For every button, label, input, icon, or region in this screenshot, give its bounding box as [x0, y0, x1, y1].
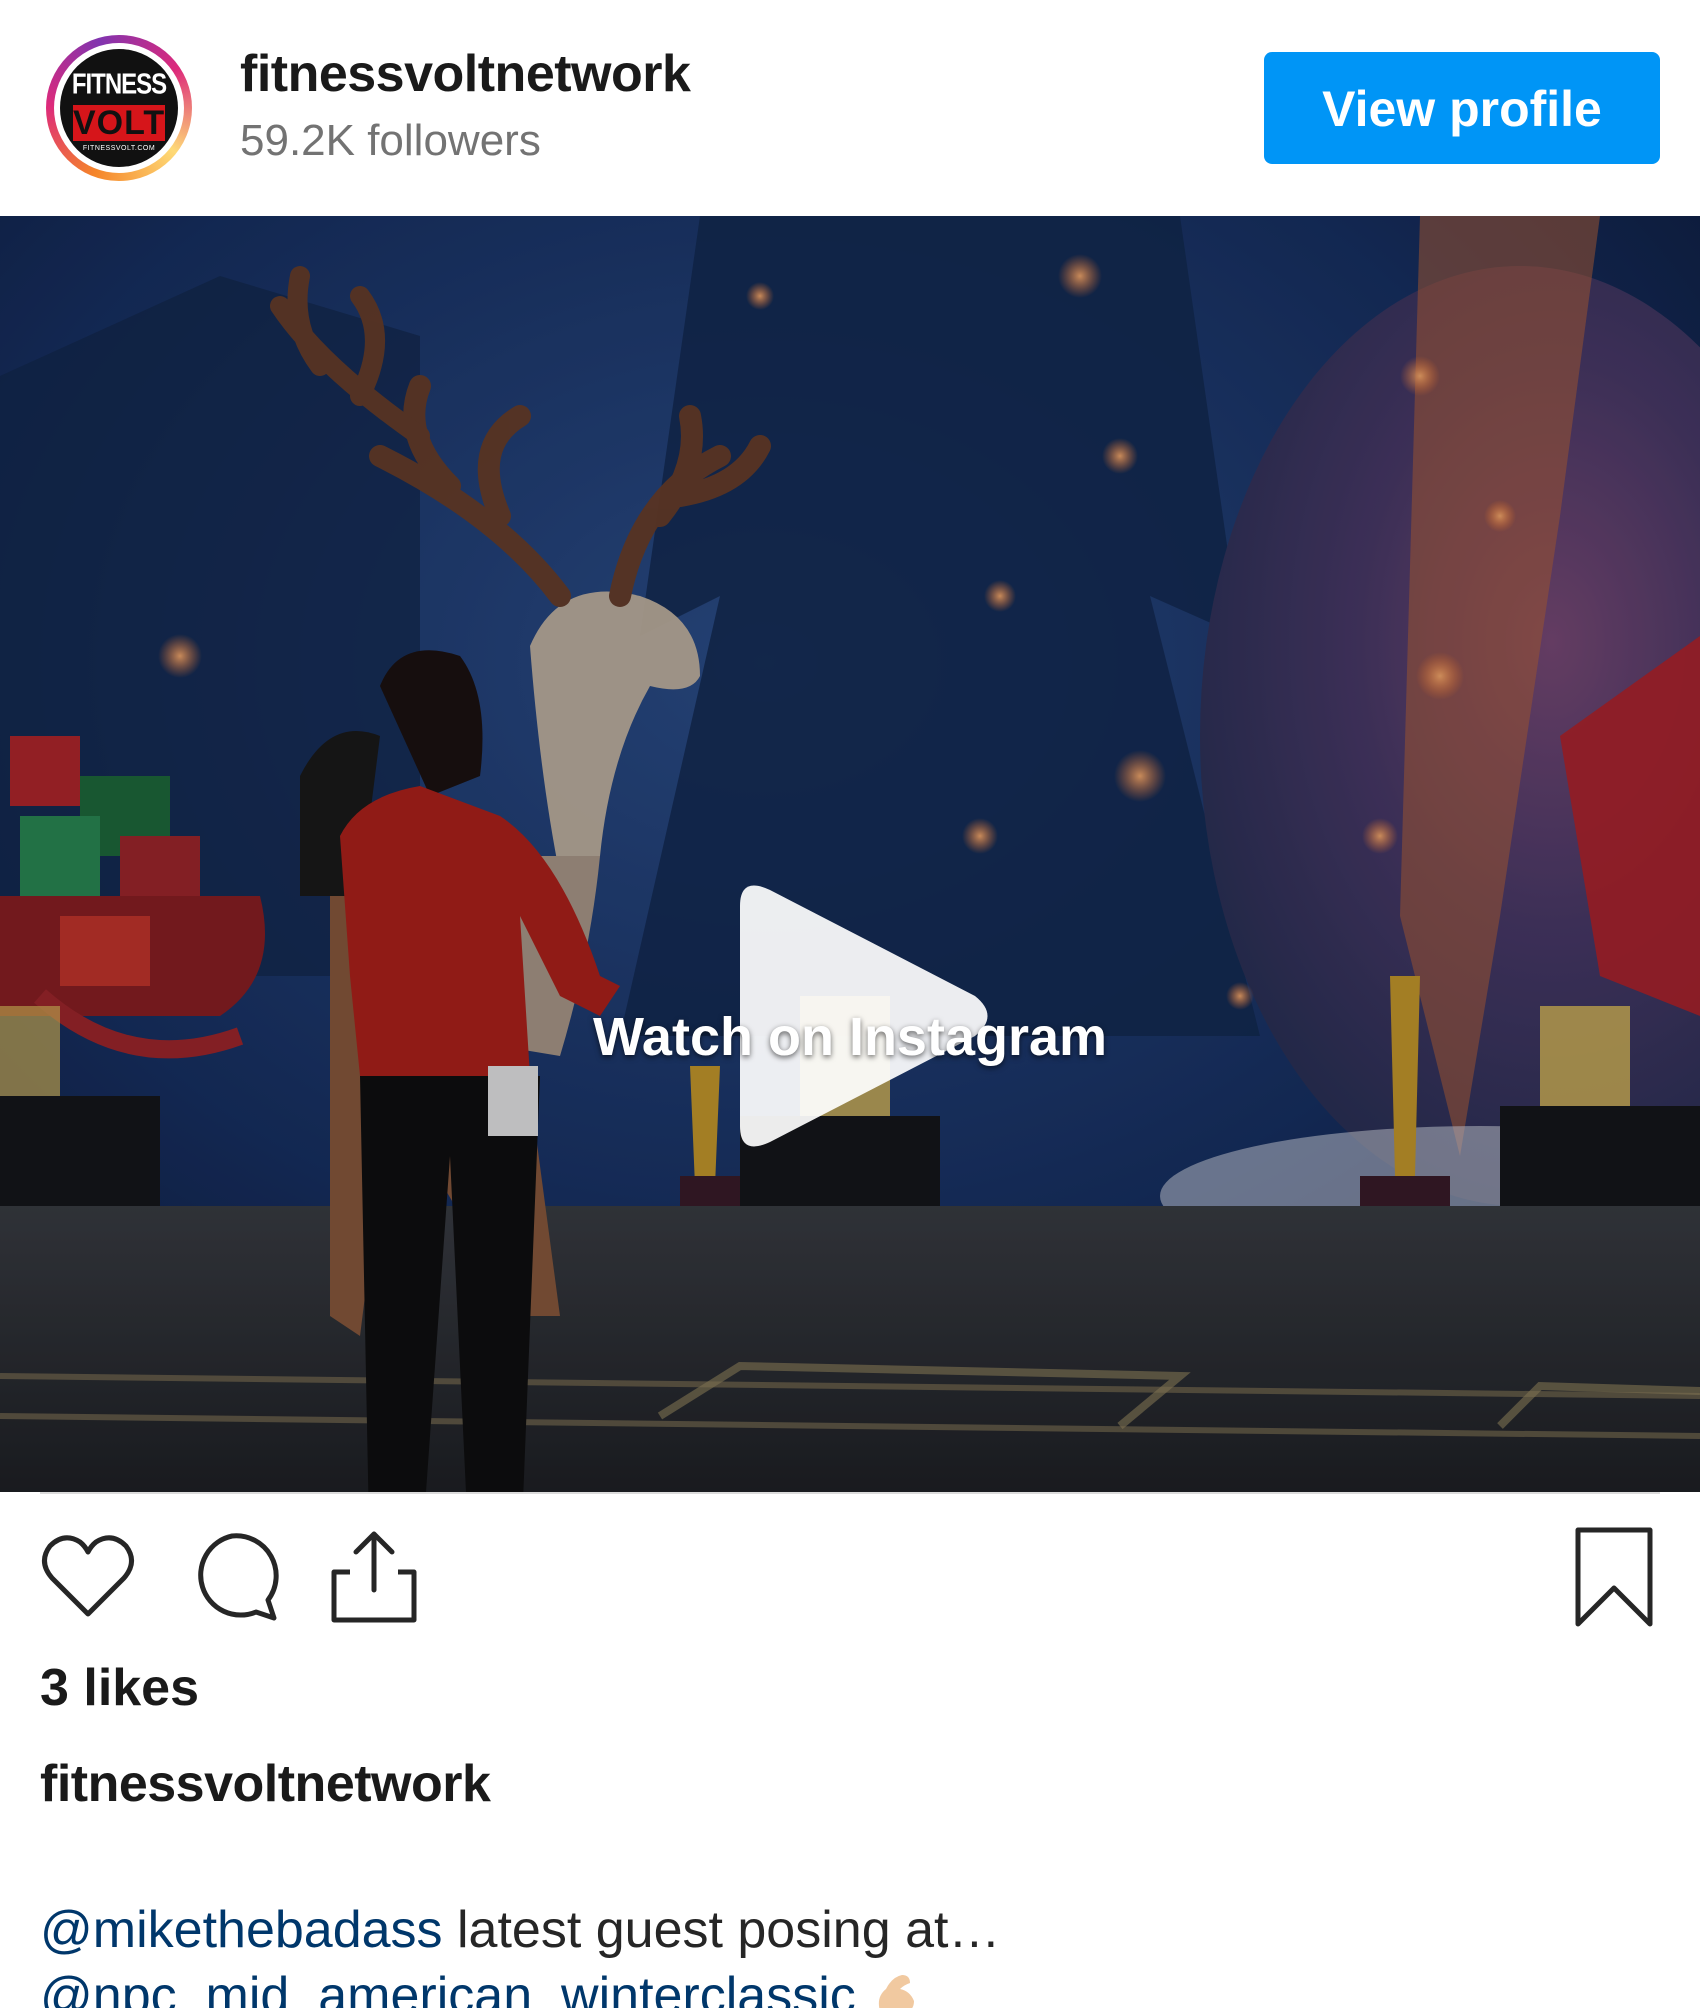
avatar[interactable]: FITNESS VOLT FITNESSVOLT.COM — [46, 35, 192, 181]
like-count[interactable]: 3 likes — [40, 1658, 199, 1718]
instagram-embed: FITNESS VOLT FITNESSVOLT.COM fitnessvolt… — [0, 0, 1700, 2008]
fitness-volt-logo: FITNESS VOLT FITNESSVOLT.COM — [60, 49, 178, 167]
comment-icon[interactable] — [180, 1526, 284, 1630]
mention-link[interactable]: @npc_mid_american_winterclassic — [40, 1967, 856, 2008]
logo-text-top: FITNESS — [71, 68, 167, 101]
embed-header: FITNESS VOLT FITNESSVOLT.COM fitnessvolt… — [0, 0, 1700, 216]
watch-on-instagram-link[interactable]: Watch on Instagram — [0, 1006, 1700, 1068]
flexed-biceps-icon — [879, 1975, 915, 2008]
logo-text-mid: VOLT — [73, 104, 166, 142]
logo-text-bottom: FITNESSVOLT.COM — [82, 145, 156, 152]
caption-text-line-2: @npc_mid_american_winterclassic — [40, 1966, 922, 2008]
divider — [40, 1492, 1660, 1494]
mention-link[interactable]: @mikethebadass — [40, 1901, 443, 1959]
follower-count: 59.2K followers — [240, 116, 541, 165]
caption-text-segment: latest guest posing at… — [442, 1901, 1001, 1959]
heart-icon[interactable] — [36, 1526, 140, 1630]
video-thumbnail[interactable]: Watch on Instagram — [0, 216, 1700, 1492]
view-profile-button[interactable]: View profile — [1264, 52, 1660, 164]
bookmark-icon[interactable] — [1562, 1526, 1666, 1630]
profile-username[interactable]: fitnessvoltnetwork — [240, 44, 691, 104]
share-icon[interactable] — [322, 1526, 426, 1630]
caption-text: @mikethebadass latest guest posing at… — [40, 1900, 1000, 1960]
caption-username[interactable]: fitnessvoltnetwork — [40, 1754, 491, 1814]
